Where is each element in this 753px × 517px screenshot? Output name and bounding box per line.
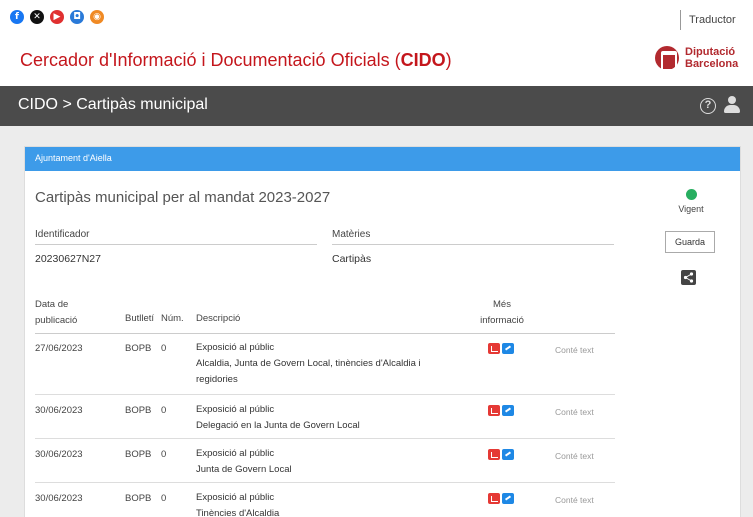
pdf-icon[interactable] [488, 343, 500, 354]
row-num: 0 [161, 493, 167, 504]
col-header-more-info: Més informació [478, 297, 526, 329]
row-has-text: Conté text [555, 345, 594, 355]
identifier-label: Identificador [35, 229, 317, 245]
row-description: Exposició al públic Junta de Govern Loca… [196, 446, 292, 478]
diputacio-logo[interactable]: Diputació Barcelona [655, 46, 738, 71]
top-bar: f ✕ ▶ ◘ ◉ Traductor [0, 0, 753, 36]
row-bulletin: BOPB [125, 405, 152, 416]
help-icon[interactable]: ? [700, 98, 716, 114]
site-title-acronym: CIDO [400, 50, 446, 70]
row-date: 27/06/2023 [35, 343, 83, 354]
external-link-icon[interactable] [502, 493, 514, 504]
site-title-suffix: ) [445, 50, 452, 70]
col-header-date-line2: publicació [35, 315, 78, 326]
col-header-date: Data de publicació [35, 297, 77, 329]
row-has-text: Conté text [555, 451, 594, 461]
logo-line-1: Diputació [685, 46, 736, 58]
social-links: f ✕ ▶ ◘ ◉ [10, 10, 104, 24]
row-date: 30/06/2023 [35, 449, 83, 460]
record-panel: Ajuntament d'Aiella Cartipàs municipal p… [24, 146, 741, 517]
table-row: 30/06/2023 BOPB 0 Exposició al públic Ju… [35, 447, 615, 483]
facebook-icon[interactable]: f [10, 10, 24, 24]
rss-icon[interactable]: ◉ [90, 10, 104, 24]
youtube-icon[interactable]: ▶ [50, 10, 64, 24]
pdf-icon[interactable] [488, 449, 500, 460]
site-title-prefix: Cercador d'Informació i Documentació Ofi… [20, 50, 401, 70]
subjects-field: Matèries Cartipàs [332, 229, 614, 265]
nav-bar: CIDO > Cartipàs municipal ? [0, 86, 753, 126]
row-desc-detail: Alcaldia, Junta de Govern Local, tinènci… [196, 358, 421, 369]
col-header-date-line1: Data de [35, 299, 69, 310]
row-date: 30/06/2023 [35, 493, 83, 504]
row-desc-type: Exposició al públic [196, 448, 275, 459]
pdf-icon[interactable] [488, 493, 500, 504]
pdf-icon[interactable] [488, 405, 500, 416]
share-icon[interactable] [681, 270, 696, 285]
instagram-icon[interactable]: ◘ [70, 10, 84, 24]
col-header-more-line2: informació [480, 315, 524, 326]
row-has-text: Conté text [555, 495, 594, 505]
translator-link[interactable]: Traductor [680, 10, 736, 30]
row-desc-detail: Tinències d'Alcaldia [196, 508, 280, 517]
row-description: Exposició al públic Tinències d'Alcaldia [196, 490, 279, 517]
row-date: 30/06/2023 [35, 405, 83, 416]
row-num: 0 [161, 449, 167, 460]
row-desc-detail: Junta de Govern Local [196, 464, 292, 475]
identifier-value: 20230627N27 [35, 253, 101, 265]
logo-line-2: Barcelona [685, 58, 739, 70]
external-link-icon[interactable] [502, 405, 514, 416]
identifier-field: Identificador 20230627N27 [35, 229, 317, 265]
row-num: 0 [161, 405, 167, 416]
table-row: 30/06/2023 BOPB 0 Exposició al públic Ti… [35, 491, 615, 517]
row-desc-type: Exposició al públic [196, 342, 275, 353]
table-row: 27/06/2023 BOPB 0 Exposició al públic Al… [35, 341, 615, 395]
logo-text: Diputació Barcelona [685, 46, 738, 70]
row-description: Exposició al públic Alcaldia, Junta de G… [196, 340, 421, 388]
breadcrumb[interactable]: CIDO > Cartipàs municipal [18, 96, 208, 114]
panel-header: Ajuntament d'Aiella [25, 147, 740, 171]
row-desc-type: Exposició al públic [196, 492, 275, 503]
external-link-icon[interactable] [502, 343, 514, 354]
diputacio-emblem-icon [655, 46, 679, 71]
row-description: Exposició al públic Delegació en la Junt… [196, 402, 360, 434]
row-bulletin: BOPB [125, 493, 152, 504]
row-num: 0 [161, 343, 167, 354]
row-desc-detail-cont: regidories [196, 374, 238, 385]
row-bulletin: BOPB [125, 449, 152, 460]
x-icon[interactable]: ✕ [30, 10, 44, 24]
status-label: Vigent [678, 204, 704, 214]
row-desc-detail: Delegació en la Junta de Govern Local [196, 420, 360, 431]
status-indicator: Vigent [669, 189, 713, 214]
row-has-text: Conté text [555, 407, 594, 417]
save-button[interactable]: Guarda [665, 231, 715, 253]
subjects-value: Cartipàs [332, 253, 372, 265]
external-link-icon[interactable] [502, 449, 514, 460]
col-header-description: Descripció [196, 313, 241, 324]
row-bulletin: BOPB [125, 343, 152, 354]
col-header-num: Núm. [161, 313, 184, 324]
table-header-divider [35, 333, 615, 334]
table-row: 30/06/2023 BOPB 0 Exposició al públic De… [35, 403, 615, 439]
subjects-label: Matèries [332, 229, 614, 245]
status-dot-icon [685, 189, 697, 200]
site-title[interactable]: Cercador d'Informació i Documentació Ofi… [20, 50, 452, 71]
row-desc-type: Exposició al públic [196, 404, 275, 415]
record-title: Cartipàs municipal per al mandat 2023-20… [35, 189, 331, 206]
col-header-bulletin: Butlletí [125, 313, 155, 324]
page-content: Ajuntament d'Aiella Cartipàs municipal p… [0, 126, 753, 517]
user-icon[interactable] [724, 96, 740, 114]
col-header-more-line1: Més [493, 299, 511, 310]
